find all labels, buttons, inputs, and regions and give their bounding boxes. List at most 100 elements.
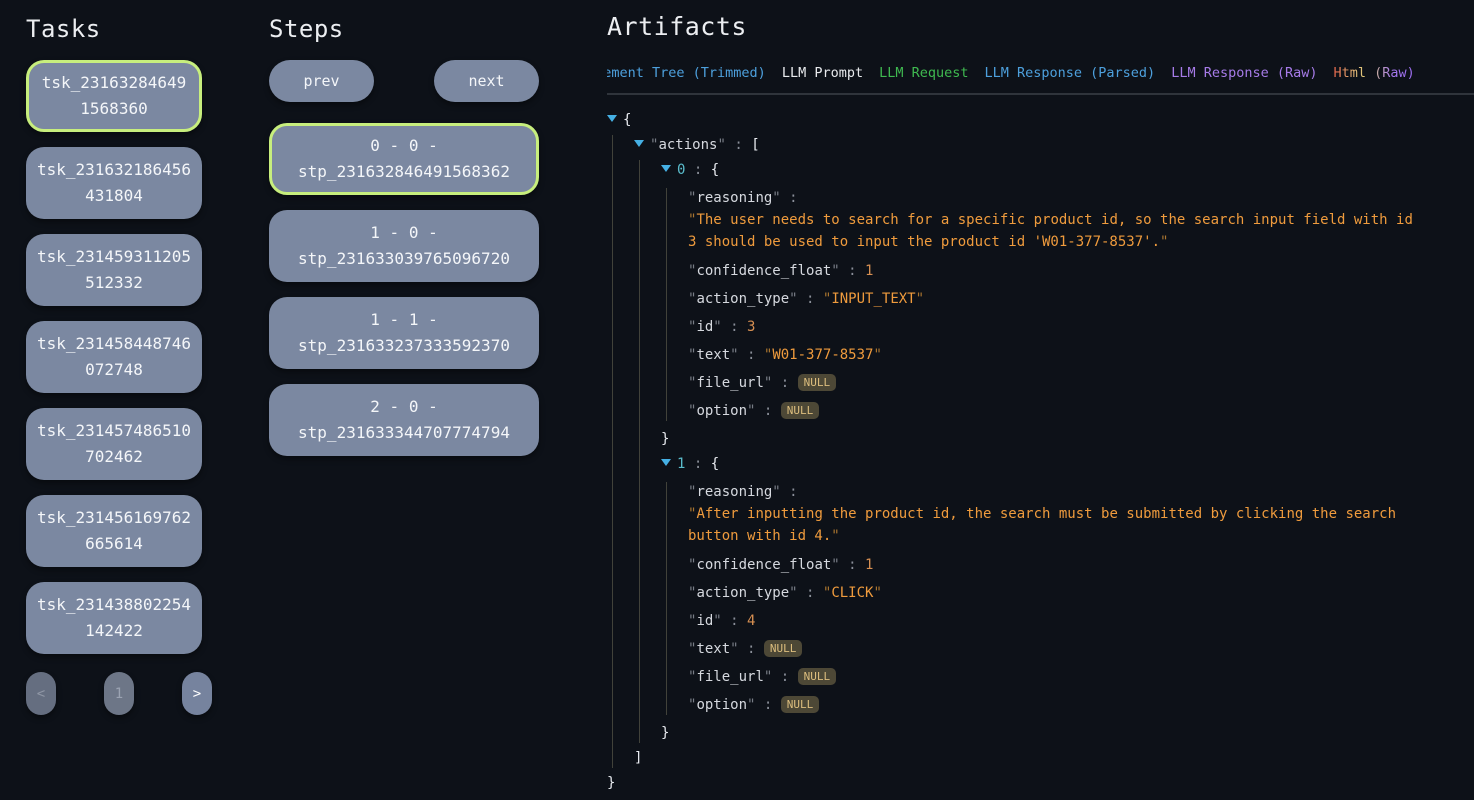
json-key: file_url [696, 669, 763, 685]
json-token: " [713, 319, 721, 335]
json-key: text [696, 347, 730, 363]
task-button-5[interactable]: tsk_231456169762665614 [26, 495, 202, 567]
json-row: "text" : "W01-377-8537" [688, 345, 1474, 365]
json-row: { [607, 110, 1474, 130]
json-token: " [831, 557, 839, 573]
json-token: : [722, 613, 747, 629]
json-null-badge: NULL [764, 640, 803, 657]
json-row: "actions" : [ [634, 135, 1474, 155]
json-token: " [717, 137, 725, 153]
json-string-value: CLICK [831, 585, 873, 601]
collapse-toggle-icon[interactable] [607, 115, 617, 122]
json-string-value: "The user needs to search for a specific… [688, 209, 1425, 253]
json-token: : [781, 484, 798, 500]
tab-llm-response-raw[interactable]: LLM Response (Raw) [1171, 64, 1317, 95]
task-button-1[interactable]: tsk_231632186456431804 [26, 147, 202, 219]
pagination: < 1 > [26, 672, 212, 715]
tab-element-tree-trimmed[interactable]: Element Tree (Trimmed) [607, 64, 766, 95]
json-number-value: 1 [865, 263, 873, 279]
json-string-value: "After inputting the product id, the sea… [688, 503, 1425, 547]
step-button-0[interactable]: 0 - 0 - stp_231632846491568362 [269, 123, 539, 195]
json-token: : [722, 319, 747, 335]
json-row: "action_type" : "INPUT_TEXT" [688, 289, 1474, 309]
json-key: option [696, 697, 747, 713]
tab-llm-response-parsed[interactable]: LLM Response (Parsed) [985, 64, 1156, 95]
json-row: } [661, 723, 1474, 743]
task-list: tsk_231632846491568360 tsk_23163218645643… [26, 60, 202, 654]
json-token: " [873, 585, 881, 601]
json-row: "file_url" : NULL [688, 373, 1474, 393]
json-row: "option" : NULL [688, 695, 1474, 715]
json-string-value-text: After inputting the product id, the sear… [688, 506, 1396, 544]
task-button-3[interactable]: tsk_231458448746072748 [26, 321, 202, 393]
json-token: { [711, 456, 719, 472]
task-button-6[interactable]: tsk_231438802254142422 [26, 582, 202, 654]
json-key: file_url [696, 375, 763, 391]
json-key: id [696, 613, 713, 629]
json-token: : [840, 557, 865, 573]
json-key: option [696, 403, 747, 419]
step-nav: prev next [269, 60, 539, 102]
json-row: "id" : 4 [688, 611, 1474, 631]
tab-llm-prompt[interactable]: LLM Prompt [782, 64, 863, 95]
json-key: confidence_float [696, 557, 831, 573]
next-page-button[interactable]: > [182, 672, 212, 715]
json-token: " [713, 613, 721, 629]
collapse-toggle-icon[interactable] [634, 140, 644, 147]
next-step-button[interactable]: next [434, 60, 539, 102]
json-row: } [607, 773, 1474, 793]
json-token: " [831, 528, 839, 544]
collapse-toggle-icon[interactable] [661, 459, 671, 466]
json-token: " [789, 585, 797, 601]
artifacts-tab-bar: Element Tree (Trimmed) LLM Prompt LLM Requ… [607, 64, 1474, 95]
json-token: : [772, 375, 797, 391]
task-button-4[interactable]: tsk_231457486510702462 [26, 408, 202, 480]
json-token: " [916, 291, 924, 307]
json-row: "option" : NULL [688, 401, 1474, 421]
json-token: : [781, 190, 798, 206]
task-button-2[interactable]: tsk_231459311205512332 [26, 234, 202, 306]
tab-llm-request[interactable]: LLM Request [879, 64, 968, 95]
current-page-button[interactable]: 1 [104, 672, 134, 715]
json-token: : [685, 162, 710, 178]
json-row: "reasoning" : [688, 482, 1474, 502]
prev-step-button[interactable]: prev [269, 60, 374, 102]
json-token: { [623, 112, 631, 128]
json-token: } [661, 431, 669, 447]
step-button-2[interactable]: 1 - 1 - stp_231633237333592370 [269, 297, 539, 369]
json-null-badge: NULL [798, 374, 837, 391]
json-null-badge: NULL [798, 668, 837, 685]
json-row: "confidence_float" : 1 [688, 555, 1474, 575]
json-row: 1 : { [661, 454, 1474, 474]
json-token: " [730, 347, 738, 363]
json-string-value: INPUT_TEXT [831, 291, 915, 307]
json-children: "reasoning" :"After inputting the produc… [666, 482, 1474, 715]
json-row: "id" : 3 [688, 317, 1474, 337]
tab-html-raw[interactable]: Html (Raw) [1334, 64, 1415, 95]
json-key: id [696, 319, 713, 335]
steps-panel: Steps prev next 0 - 0 - stp_231632846491… [269, 14, 539, 456]
prev-page-button[interactable]: < [26, 672, 56, 715]
json-row: "text" : NULL [688, 639, 1474, 659]
json-key: reasoning [696, 484, 772, 500]
artifacts-title: Artifacts [607, 12, 1474, 42]
json-tree: {"actions" : [0 : {"reasoning" :"The use… [607, 110, 1474, 793]
tasks-panel: Tasks tsk_231632846491568360tsk_23163218… [26, 14, 202, 715]
json-token: " [831, 263, 839, 279]
json-token: : [772, 669, 797, 685]
steps-title: Steps [269, 14, 539, 44]
step-button-3[interactable]: 2 - 0 - stp_231633344707774794 [269, 384, 539, 456]
json-key: action_type [696, 585, 789, 601]
step-button-1[interactable]: 1 - 0 - stp_231633039765096720 [269, 210, 539, 282]
json-key: action_type [696, 291, 789, 307]
json-number-value: 3 [747, 319, 755, 335]
collapse-toggle-icon[interactable] [661, 165, 671, 172]
json-children: "actions" : [0 : {"reasoning" :"The user… [612, 135, 1474, 768]
task-button-0[interactable]: tsk_231632846491568360 [26, 60, 202, 132]
json-row: "reasoning" : [688, 188, 1474, 208]
json-token: : [739, 347, 764, 363]
json-row: } [661, 429, 1474, 449]
json-key: confidence_float [696, 263, 831, 279]
json-token: : [755, 403, 780, 419]
app-root: Tasks tsk_231632846491568360tsk_23163218… [0, 0, 1474, 800]
